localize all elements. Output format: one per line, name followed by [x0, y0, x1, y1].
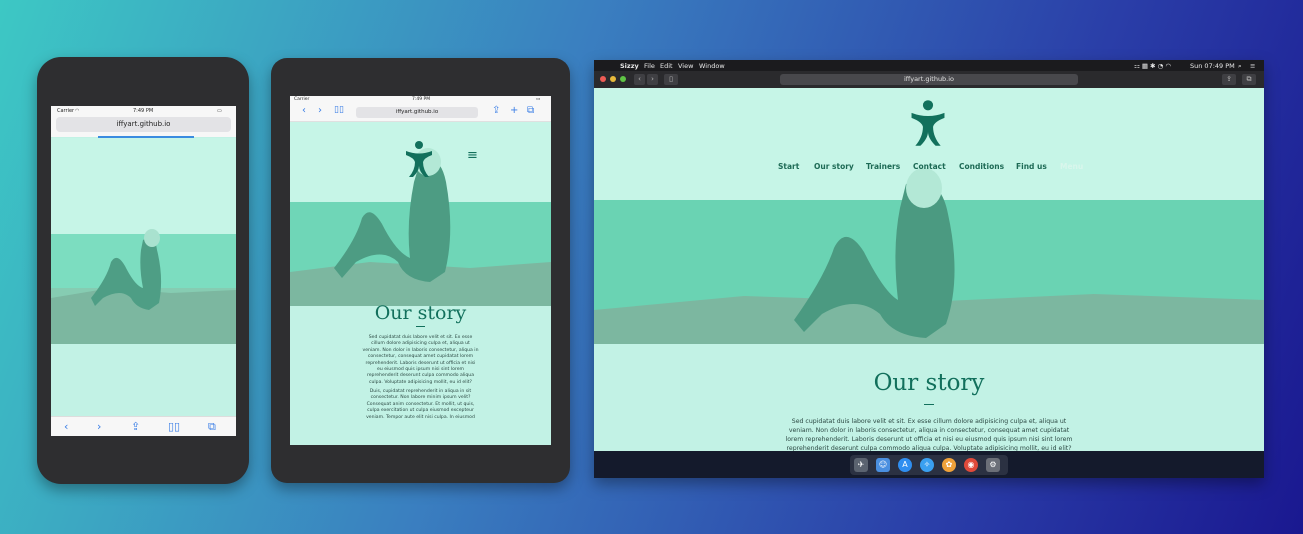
desktop-browser-window: Sizzy File Edit View Window ⚏ ▦ ✱ ◔ ◠ Su…	[594, 60, 1264, 478]
browser-chrome: ‹ › ▯ iffyart.github.io ⇪ ⧉	[594, 71, 1264, 89]
tabs-icon[interactable]: ⧉	[208, 420, 216, 434]
photos-icon[interactable]: ✿	[942, 458, 956, 472]
status-time: 7:49 PM	[412, 97, 431, 102]
nav-trainers[interactable]: Trainers	[866, 162, 900, 171]
safari-icon[interactable]: ✧	[920, 458, 934, 472]
system-preferences-icon[interactable]: ⚙	[986, 458, 1000, 472]
desktop-address-bar[interactable]: iffyart.github.io	[780, 74, 1078, 85]
menu-app-name[interactable]: Sizzy	[620, 62, 639, 70]
menu-file[interactable]: File	[644, 62, 655, 70]
story-paragraph: Duis, cupidatat reprehenderit in aliqua …	[366, 389, 475, 420]
nav-our-story[interactable]: Our story	[814, 162, 854, 171]
nav-contact[interactable]: Contact	[913, 162, 946, 171]
phone-status-bar: Carrier ◠ 7:49 PM ▭	[51, 106, 236, 115]
finder-icon[interactable]: ☺	[876, 458, 890, 472]
new-tab-icon[interactable]: +	[510, 105, 518, 116]
phone-screen: Carrier ◠ 7:49 PM ▭ iffyart.github.io — …	[51, 106, 236, 436]
phone-address-bar[interactable]: iffyart.github.io	[56, 117, 231, 132]
forward-icon[interactable]: ›	[97, 420, 101, 433]
app-store-icon[interactable]: A	[898, 458, 912, 472]
chrome-icon[interactable]: ◉	[964, 458, 978, 472]
sidebar-icon[interactable]: ▯	[664, 74, 678, 85]
maximize-window-icon[interactable]	[620, 76, 626, 82]
section-divider	[416, 326, 425, 327]
status-time: 7:49 PM	[133, 108, 154, 114]
share-icon[interactable]: ⇪	[1222, 74, 1236, 85]
launchpad-icon[interactable]: ✈	[854, 458, 868, 472]
menu-view[interactable]: View	[678, 62, 693, 70]
story-paragraph: Sed cupidatat duis labore velit et sit. …	[362, 335, 479, 385]
bookmarks-icon[interactable]: ▯▯	[168, 420, 180, 433]
section-title: Our story	[873, 370, 985, 396]
control-center-icon[interactable]: ≡	[1250, 62, 1255, 70]
nav-conditions[interactable]: Conditions	[959, 162, 1004, 171]
tablet-device-frame: Carrier 7:49 PM ▭ ‹ › ▯▯ iffyart.github.…	[271, 58, 570, 483]
status-icons: ⚏ ▦ ✱ ◔ ◠	[1134, 62, 1172, 70]
forward-icon[interactable]: ›	[647, 74, 658, 85]
nav-menu[interactable]: Menu	[1060, 162, 1083, 171]
menu-clock: Sun 07:49 PM	[1190, 62, 1235, 70]
nav-find-us[interactable]: Find us	[1016, 162, 1047, 171]
menu-window[interactable]: Window	[699, 62, 725, 70]
tablet-address-bar[interactable]: iffyart.github.io	[356, 107, 478, 118]
phone-device-frame: Carrier ◠ 7:49 PM ▭ iffyart.github.io — …	[37, 57, 249, 484]
back-icon[interactable]: ‹	[64, 420, 68, 433]
search-icon[interactable]: ⌕	[1238, 62, 1242, 71]
back-icon[interactable]: ‹	[634, 74, 645, 85]
minimize-window-icon[interactable]	[610, 76, 616, 82]
forward-icon[interactable]: ›	[318, 105, 322, 116]
share-icon[interactable]: ⇪	[492, 105, 500, 116]
battery-icon: ▭	[217, 108, 222, 114]
nav-start[interactable]: Start	[778, 162, 799, 171]
section-divider	[924, 404, 934, 405]
wifi-icon: ◠	[75, 108, 80, 114]
close-window-icon[interactable]	[600, 76, 606, 82]
story-paragraph: Sed cupidatat duis labore velit et sit. …	[785, 418, 1073, 452]
mac-dock: ✈ ☺ A ✧ ✿ ◉ ⚙	[850, 455, 1008, 475]
hero-image	[51, 138, 236, 344]
section-title: Our story	[374, 302, 467, 324]
menu-edit[interactable]: Edit	[660, 62, 673, 70]
mac-dock-area: ✈ ☺ A ✧ ✿ ◉ ⚙	[594, 451, 1264, 478]
tabs-icon[interactable]: ⧉	[1242, 74, 1256, 85]
carrier-label: Carrier	[57, 108, 75, 114]
brand-logo[interactable]	[404, 140, 434, 178]
tablet-screen: Carrier 7:49 PM ▭ ‹ › ▯▯ iffyart.github.…	[290, 96, 551, 445]
tablet-status-bar: Carrier 7:49 PM ▭	[290, 96, 551, 104]
brand-logo[interactable]	[909, 98, 947, 148]
carrier-label: Carrier	[294, 97, 310, 102]
mac-menu-bar: Sizzy File Edit View Window ⚏ ▦ ✱ ◔ ◠ Su…	[594, 60, 1264, 71]
back-icon[interactable]: ‹	[302, 105, 306, 116]
share-icon[interactable]: ⇪	[131, 420, 140, 433]
phone-browser-toolbar: ‹ › ⇪ ▯▯ ⧉	[51, 416, 236, 436]
tablet-browser-toolbar: ‹ › ▯▯ iffyart.github.io ⇪ + ⧉	[290, 104, 551, 122]
hamburger-menu-icon[interactable]: ≡	[467, 148, 478, 163]
tabs-icon[interactable]: ⧉	[527, 105, 534, 116]
battery-icon: ▭	[536, 97, 541, 102]
bookmarks-icon[interactable]: ▯▯	[334, 105, 344, 115]
